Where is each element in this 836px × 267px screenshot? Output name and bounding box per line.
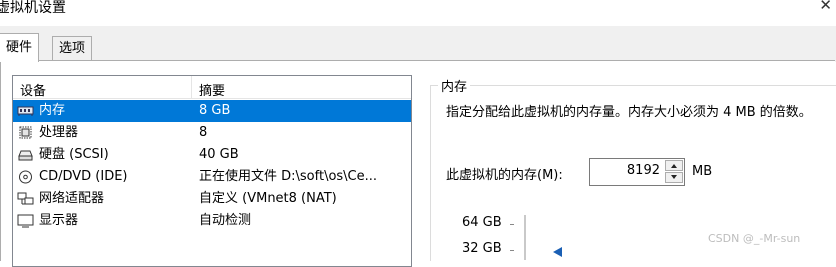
tab-hardware[interactable]: 硬件 (0, 33, 40, 62)
device-name: 内存 (39, 100, 68, 122)
watermark: CSDN @_-Mr-sun (708, 232, 801, 245)
gauge-label-64gb: 64 GB (462, 215, 502, 230)
column-header-device[interactable]: 设备 (20, 80, 46, 99)
stepper-down-button[interactable] (665, 172, 683, 183)
hard-disk-icon (18, 150, 33, 161)
device-name: 网络适配器 (39, 191, 105, 206)
device-row-processor[interactable]: 处理器 8 (13, 122, 411, 144)
device-name: CD/DVD (IDE) (39, 169, 128, 184)
gauge-tick (510, 250, 514, 251)
column-separator[interactable] (191, 76, 192, 98)
device-summary: 自定义 (VMnet8 (NAT) (199, 191, 337, 206)
gauge-label-32gb: 32 GB (462, 241, 502, 256)
device-summary: 自动检测 (199, 213, 252, 228)
device-summary: 正在使用文件 D:\soft\os\Ce... (199, 169, 378, 184)
device-name: 硬盘 (SCSI) (39, 147, 109, 162)
processor-icon (19, 126, 32, 139)
memory-icon (17, 106, 34, 116)
device-summary: 8 GB (199, 103, 231, 118)
network-adapter-icon (17, 192, 34, 205)
device-row-network-adapter[interactable]: 网络适配器 自定义 (VMnet8 (NAT) (13, 188, 411, 210)
device-list[interactable]: 设备 摘要 内存 8 GB 处理器 8 硬盘 (SCSI) 40 GB CD/D… (12, 75, 412, 267)
memory-input[interactable]: 8192 (589, 158, 685, 186)
chevron-up-icon (671, 164, 677, 168)
tab-options[interactable]: 选项 (52, 36, 93, 61)
column-header-summary[interactable]: 摘要 (199, 80, 225, 99)
title-bar: 虚拟机设置 ✕ (0, 0, 836, 26)
cd-dvd-icon (19, 170, 32, 184)
device-summary: 40 GB (199, 147, 239, 162)
device-name: 显示器 (39, 213, 79, 228)
memory-gauge-track[interactable] (524, 215, 526, 260)
stepper-up-button[interactable] (665, 160, 683, 171)
display-icon (17, 214, 34, 228)
device-list-header: 设备 摘要 (13, 76, 411, 99)
memory-description: 指定分配给此虚拟机的内存量。内存大小必须为 4 MB 的倍数。 (446, 105, 812, 120)
device-row-cd-dvd[interactable]: CD/DVD (IDE) 正在使用文件 D:\soft\os\Ce... (13, 166, 411, 188)
tab-strip (0, 26, 836, 62)
memory-group-title: 内存 (438, 76, 471, 95)
memory-value: 8192 (626, 163, 660, 178)
device-name: 处理器 (39, 125, 79, 140)
close-icon[interactable]: ✕ (819, 0, 832, 14)
device-row-hard-disk[interactable]: 硬盘 (SCSI) 40 GB (13, 144, 411, 166)
chevron-down-icon (671, 175, 677, 179)
memory-field-label: 此虚拟机的内存(M): (446, 168, 563, 183)
gauge-tick (510, 224, 514, 225)
device-summary: 8 (199, 125, 208, 140)
memory-unit: MB (692, 164, 713, 179)
window-title: 虚拟机设置 (0, 0, 66, 16)
memory-stepper[interactable] (665, 160, 683, 184)
device-row-memory[interactable]: 内存 8 GB (13, 100, 411, 122)
device-row-display[interactable]: 显示器 自动检测 (13, 210, 411, 232)
memory-pointer-icon[interactable] (553, 247, 562, 257)
